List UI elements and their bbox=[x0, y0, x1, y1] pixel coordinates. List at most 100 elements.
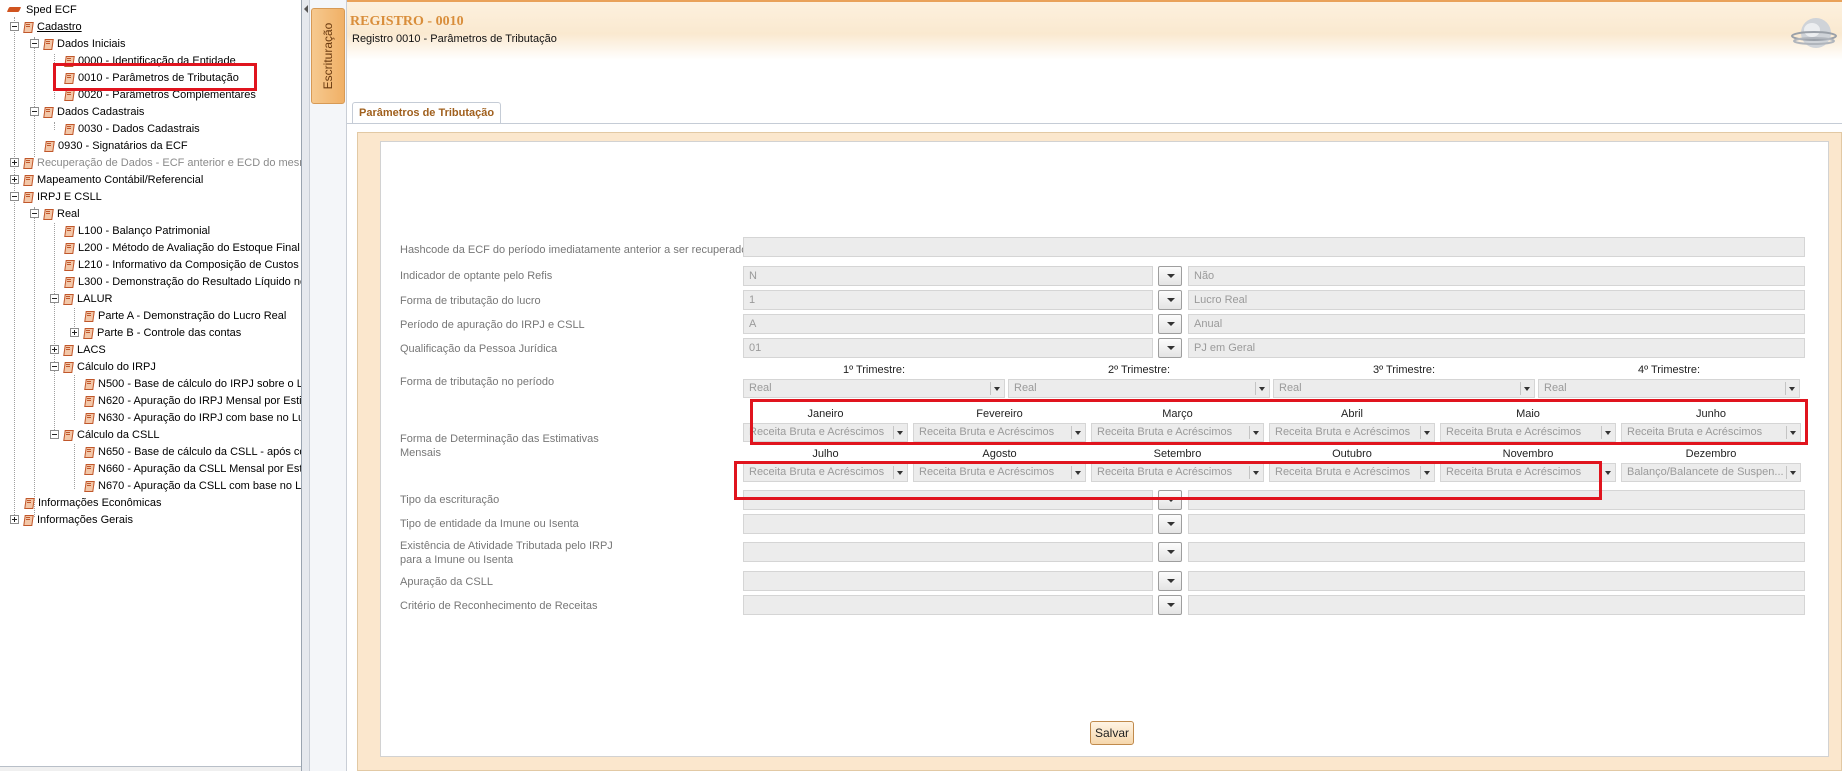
chevron-down-icon[interactable] bbox=[893, 426, 905, 439]
expand-icon[interactable] bbox=[10, 157, 19, 167]
tree-item-parte-a[interactable]: Parte A - Demonstração do Lucro Real bbox=[84, 308, 286, 325]
periodo-apuracao-code-field[interactable]: A bbox=[743, 314, 1153, 334]
tree-item-real[interactable]: Real bbox=[30, 206, 80, 223]
chevron-down-icon[interactable] bbox=[1520, 382, 1532, 395]
tree-item-cadastro[interactable]: Cadastro bbox=[10, 19, 82, 36]
tab-escrituracao[interactable]: Escrituração bbox=[311, 8, 345, 104]
chevron-down-icon[interactable] bbox=[1601, 466, 1613, 479]
chevron-down-icon[interactable] bbox=[1601, 426, 1613, 439]
qualificacao-dropdown-button[interactable] bbox=[1158, 338, 1182, 358]
tree-item-0030[interactable]: 0030 - Dados Cadastrais bbox=[64, 121, 200, 138]
mes-junho-select[interactable]: Receita Bruta e Acréscimos bbox=[1621, 423, 1801, 442]
mes-dezembro-select[interactable]: Balanço/Balancete de Suspen... bbox=[1621, 463, 1801, 482]
tree-item-parte-b[interactable]: Parte B - Controle das contas bbox=[70, 325, 241, 342]
chevron-down-icon[interactable] bbox=[1249, 426, 1261, 439]
chevron-down-icon[interactable] bbox=[1255, 382, 1267, 395]
tree-root-sped-ecf[interactable]: Sped ECF bbox=[6, 2, 77, 19]
collapse-icon[interactable] bbox=[50, 361, 59, 371]
chevron-down-icon[interactable] bbox=[1786, 466, 1798, 479]
chevron-down-icon[interactable] bbox=[1785, 382, 1797, 395]
expand-icon[interactable] bbox=[50, 344, 59, 354]
tipo-entidade-dropdown-button[interactable] bbox=[1158, 514, 1182, 534]
tree-item-mapeamento[interactable]: Mapeamento Contábil/Referencial bbox=[10, 172, 203, 189]
tree-item-info-gerais[interactable]: Informações Gerais bbox=[10, 512, 133, 529]
tree-item-calculo-csll[interactable]: Cálculo da CSLL bbox=[50, 427, 160, 444]
trimestre-3-select[interactable]: Real bbox=[1273, 379, 1535, 398]
tipo-escrituracao-dropdown-button[interactable] bbox=[1158, 490, 1182, 510]
mes-maio-select[interactable]: Receita Bruta e Acréscimos bbox=[1440, 423, 1616, 442]
collapse-icon[interactable] bbox=[30, 106, 39, 116]
collapse-icon[interactable] bbox=[50, 293, 59, 303]
mes-outubro-select[interactable]: Receita Bruta e Acréscimos bbox=[1269, 463, 1435, 482]
refis-code-field[interactable]: N bbox=[743, 266, 1153, 286]
mes-fevereiro-select[interactable]: Receita Bruta e Acréscimos bbox=[913, 423, 1086, 442]
tree-item-l100[interactable]: L100 - Balanço Patrimonial bbox=[64, 223, 210, 240]
tree-item-n620[interactable]: N620 - Apuração do IRPJ Mensal por Estin bbox=[84, 393, 301, 410]
chevron-down-icon[interactable] bbox=[1786, 426, 1798, 439]
expand-icon[interactable] bbox=[10, 174, 19, 184]
tree-item-info-economicas[interactable]: Informações Econômicas bbox=[24, 495, 162, 512]
trimestre-4-select[interactable]: Real bbox=[1538, 379, 1800, 398]
collapse-icon[interactable] bbox=[30, 208, 39, 218]
panel-splitter[interactable] bbox=[302, 0, 310, 771]
chevron-down-icon[interactable] bbox=[990, 382, 1002, 395]
chevron-down-icon[interactable] bbox=[1420, 426, 1432, 439]
criterio-dropdown-button[interactable] bbox=[1158, 595, 1182, 615]
criterio-code-field[interactable] bbox=[743, 595, 1153, 615]
tree-item-l300[interactable]: L300 - Demonstração do Resultado Líquido… bbox=[64, 274, 301, 291]
chevron-down-icon[interactable] bbox=[1249, 466, 1261, 479]
chevron-down-icon[interactable] bbox=[893, 466, 905, 479]
tree-item-n500[interactable]: N500 - Base de cálculo do IRPJ sobre o L… bbox=[84, 376, 301, 393]
trimestre-1-select[interactable]: Real bbox=[743, 379, 1005, 398]
tree-item-n660[interactable]: N660 - Apuração da CSLL Mensal por Estin bbox=[84, 461, 301, 478]
tab-parametros-tributacao[interactable]: Parâmetros de Tributação bbox=[352, 102, 502, 126]
chevron-down-icon[interactable] bbox=[1420, 466, 1432, 479]
mes-julho-select[interactable]: Receita Bruta e Acréscimos bbox=[743, 463, 908, 482]
tree-item-lalur[interactable]: LALUR bbox=[50, 291, 112, 308]
forma-tributacao-code-field[interactable]: 1 bbox=[743, 290, 1153, 310]
tree-item-l210[interactable]: L210 - Informativo da Composição de Cust… bbox=[64, 257, 299, 274]
qualificacao-code-field[interactable]: 01 bbox=[743, 338, 1153, 358]
tree-item-calculo-irpj[interactable]: Cálculo do IRPJ bbox=[50, 359, 156, 376]
chevron-down-icon[interactable] bbox=[1071, 426, 1083, 439]
mes-setembro-select[interactable]: Receita Bruta e Acréscimos bbox=[1091, 463, 1264, 482]
periodo-apuracao-dropdown-button[interactable] bbox=[1158, 314, 1182, 334]
collapse-icon[interactable] bbox=[50, 429, 59, 439]
apuracao-csll-code-field[interactable] bbox=[743, 571, 1153, 591]
tree-item-n630[interactable]: N630 - Apuração do IRPJ com base no Luc bbox=[84, 410, 301, 427]
expand-icon[interactable] bbox=[10, 514, 19, 524]
tipo-escrituracao-code-field[interactable] bbox=[743, 490, 1153, 510]
tree-item-n670[interactable]: N670 - Apuração da CSLL com base no Luc bbox=[84, 478, 301, 495]
tipo-entidade-code-field[interactable] bbox=[743, 514, 1153, 534]
tree-item-recuperacao[interactable]: Recuperação de Dados - ECF anterior e EC… bbox=[10, 155, 301, 172]
mes-agosto-select[interactable]: Receita Bruta e Acréscimos bbox=[913, 463, 1086, 482]
refis-dropdown-button[interactable] bbox=[1158, 266, 1182, 286]
tree-item-dados-cadastrais[interactable]: Dados Cadastrais bbox=[30, 104, 144, 121]
tree-horizontal-scrollbar[interactable] bbox=[0, 766, 301, 771]
collapse-icon[interactable] bbox=[10, 191, 19, 201]
tree-item-l200[interactable]: L200 - Método de Avaliação do Estoque Fi… bbox=[64, 240, 300, 257]
criterio-description bbox=[1188, 595, 1805, 615]
tree-item-0930[interactable]: 0930 - Signatários da ECF bbox=[44, 138, 188, 155]
collapse-icon[interactable] bbox=[10, 21, 19, 31]
mes-janeiro-select[interactable]: Receita Bruta e Acréscimos bbox=[743, 423, 908, 442]
atividade-tributada-code-field[interactable] bbox=[743, 542, 1153, 562]
tree-item-dados-iniciais[interactable]: Dados Iniciais bbox=[30, 36, 125, 53]
trimestre-2-select[interactable]: Real bbox=[1008, 379, 1270, 398]
collapse-icon[interactable] bbox=[30, 38, 39, 48]
apuracao-csll-dropdown-button[interactable] bbox=[1158, 571, 1182, 591]
mes-novembro-select[interactable]: Receita Bruta e Acréscimos bbox=[1440, 463, 1616, 482]
tree-item-lacs[interactable]: LACS bbox=[50, 342, 106, 359]
chevron-down-icon[interactable] bbox=[1071, 466, 1083, 479]
atividade-tributada-dropdown-button[interactable] bbox=[1158, 542, 1182, 562]
save-button[interactable]: Salvar bbox=[1090, 721, 1134, 745]
forma-tributacao-dropdown-button[interactable] bbox=[1158, 290, 1182, 310]
expand-icon[interactable] bbox=[70, 327, 79, 337]
hashcode-field[interactable] bbox=[743, 237, 1805, 257]
collapse-arrow-icon[interactable] bbox=[304, 5, 308, 13]
tree-item-n650[interactable]: N650 - Base de cálculo da CSLL - após co… bbox=[84, 444, 301, 461]
mes-marco-select[interactable]: Receita Bruta e Acréscimos bbox=[1091, 423, 1264, 442]
tree-item-irpj-csll[interactable]: IRPJ E CSLL bbox=[10, 189, 102, 206]
mes-abril-select[interactable]: Receita Bruta e Acréscimos bbox=[1269, 423, 1435, 442]
tab-divider bbox=[347, 123, 1842, 124]
